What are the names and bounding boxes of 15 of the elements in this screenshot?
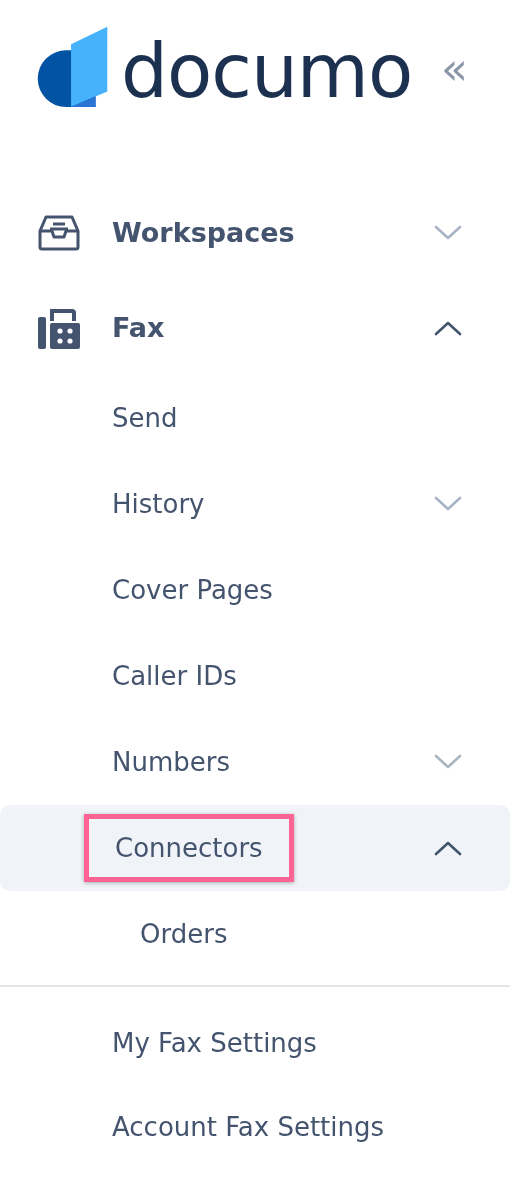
nav-item[interactable]: Account Fax Settings — [0, 1085, 510, 1169]
nav-item[interactable]: Send — [0, 375, 510, 461]
nav-item[interactable]: History — [0, 461, 510, 547]
nav-item[interactable]: Connectors — [0, 805, 510, 891]
nav-item[interactable]: Cover Pages — [0, 547, 510, 633]
highlight-frame: Connectors — [84, 814, 294, 882]
fax-icon — [38, 306, 80, 349]
nav-item[interactable]: Caller IDs — [0, 633, 510, 719]
nav-item[interactable]: Fax — [0, 280, 510, 375]
nav-item[interactable]: Orders — [0, 891, 510, 977]
logo-wordmark: documo — [121, 31, 413, 111]
inbox-icon — [38, 214, 80, 251]
nav-item[interactable]: Workspaces — [0, 185, 510, 280]
nav-item[interactable]: Numbers — [0, 719, 510, 805]
nav-item[interactable]: My Fax Settings — [0, 1001, 510, 1085]
